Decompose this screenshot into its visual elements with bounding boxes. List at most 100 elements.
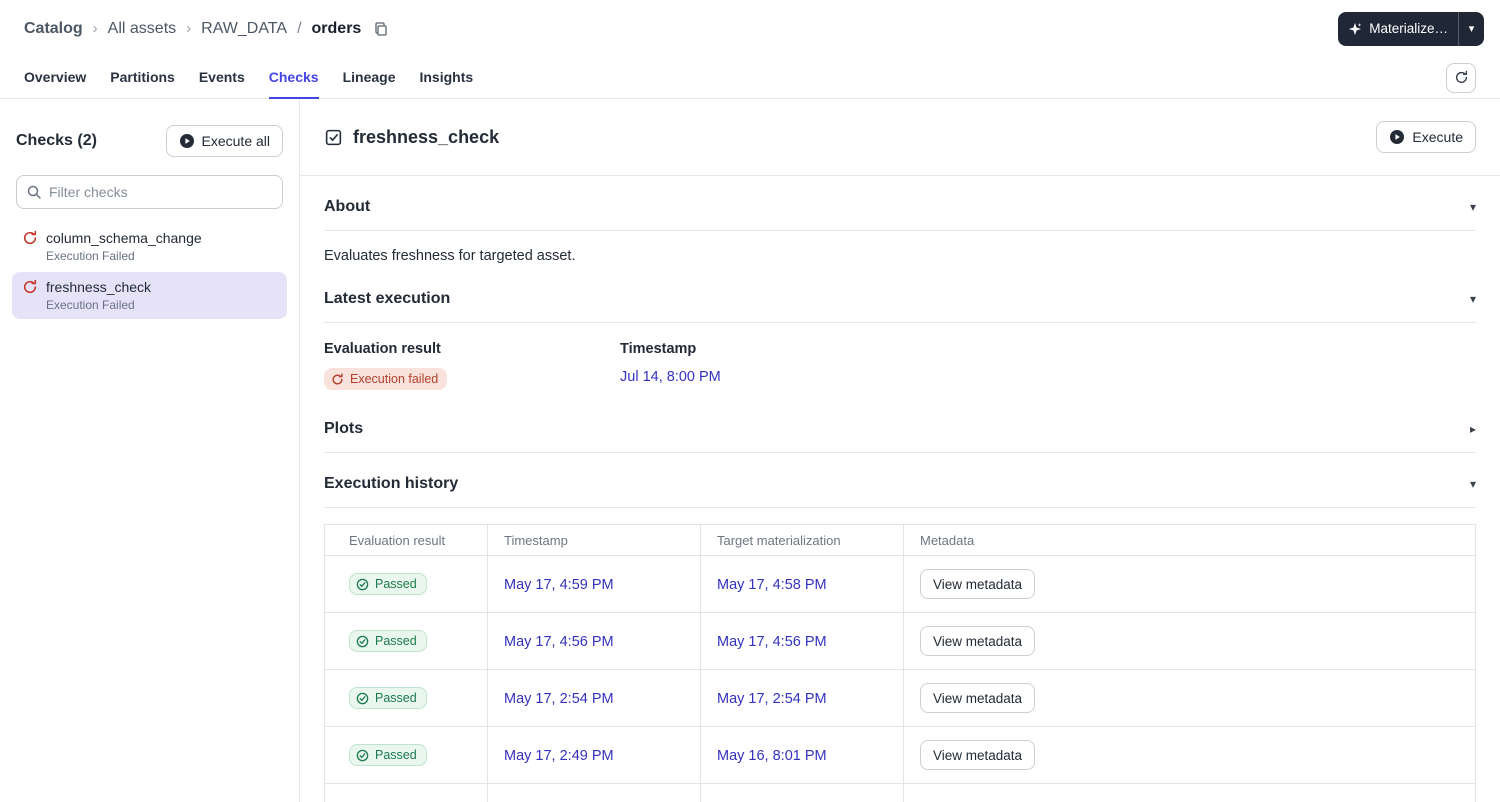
refresh-icon xyxy=(1454,70,1469,85)
filter-checks-wrap xyxy=(16,175,283,209)
tab-overview[interactable]: Overview xyxy=(24,57,86,99)
check-status: Execution Failed xyxy=(46,298,135,312)
table-row xyxy=(324,783,1476,802)
section-execution-history-header[interactable]: Execution history ▾ xyxy=(324,453,1476,508)
passed-badge-label: Passed xyxy=(375,691,417,705)
filter-checks-input[interactable] xyxy=(16,175,283,209)
tab-checks[interactable]: Checks xyxy=(268,57,319,99)
execution-failed-icon xyxy=(22,230,38,246)
materialize-dropdown-button[interactable]: ▾ xyxy=(1458,11,1484,46)
check-detail-panel: freshness_check Execute About ▾ Evaluate… xyxy=(300,99,1500,802)
sidebar-header: Checks (2) Execute all xyxy=(0,99,299,173)
chevron-down-icon: ▾ xyxy=(1469,292,1476,306)
view-metadata-button[interactable]: View metadata xyxy=(920,569,1036,599)
check-detail-header: freshness_check Execute xyxy=(300,99,1500,176)
check-name: column_schema_change xyxy=(46,230,202,246)
materialize-split-button: Materialize… ▾ xyxy=(1338,11,1484,46)
section-plots-header[interactable]: Plots ▸ xyxy=(324,398,1476,453)
execute-all-button[interactable]: Execute all xyxy=(165,125,283,157)
row-target-link[interactable]: May 17, 2:54 PM xyxy=(717,691,827,707)
section-plots-title: Plots xyxy=(324,420,364,437)
section-about-header[interactable]: About ▾ xyxy=(324,176,1476,231)
timestamp-label: Timestamp xyxy=(620,341,697,357)
table-row: Passed May 17, 4:56 PM May 17, 4:56 PM V… xyxy=(324,612,1476,670)
section-execution-history-title: Execution history xyxy=(324,475,459,492)
tab-events[interactable]: Events xyxy=(199,57,245,99)
play-circle-icon xyxy=(1389,129,1405,145)
breadcrumb: Catalog › All assets › RAW_DATA / orders xyxy=(24,20,389,38)
column-header-evaluation-result: Evaluation result xyxy=(324,524,488,556)
view-metadata-button[interactable]: View metadata xyxy=(920,626,1036,656)
content-area: Checks (2) Execute all Filter checks col… xyxy=(0,99,1500,802)
about-description: Evaluates freshness for targeted asset. xyxy=(324,248,576,264)
row-target-link[interactable]: May 16, 8:01 PM xyxy=(717,748,827,764)
chevron-right-icon: ▸ xyxy=(1469,422,1476,436)
section-latest-execution-title: Latest execution xyxy=(324,290,451,307)
execute-all-label: Execute all xyxy=(201,133,270,149)
passed-badge-label: Passed xyxy=(375,634,417,648)
breadcrumb-catalog[interactable]: Catalog xyxy=(24,20,83,38)
row-timestamp-link[interactable]: May 17, 2:49 PM xyxy=(504,748,614,764)
table-row: Passed May 17, 2:49 PM May 16, 8:01 PM V… xyxy=(324,726,1476,784)
check-circle-icon xyxy=(356,692,369,705)
passed-badge: Passed xyxy=(349,687,427,709)
row-timestamp-link[interactable]: May 17, 4:56 PM xyxy=(504,634,614,650)
sparkle-icon xyxy=(1348,22,1362,36)
column-header-timestamp: Timestamp xyxy=(487,524,701,556)
view-metadata-button[interactable]: View metadata xyxy=(920,740,1036,770)
execution-failed-icon xyxy=(22,279,38,295)
evaluation-result-field: Evaluation result Execution failed xyxy=(324,341,620,390)
check-list-item-column-schema-change[interactable]: column_schema_change Execution Failed xyxy=(12,223,287,270)
passed-badge: Passed xyxy=(349,744,427,766)
breadcrumb-asset-group[interactable]: RAW_DATA xyxy=(201,20,287,38)
section-latest-execution-header[interactable]: Latest execution ▾ xyxy=(324,268,1476,323)
breadcrumb-asset-name: orders xyxy=(311,19,362,37)
latest-execution-content: Evaluation result Execution failed Times… xyxy=(324,323,1476,398)
execution-failed-badge-label: Execution failed xyxy=(350,372,439,386)
table-row: Passed May 17, 2:54 PM May 17, 2:54 PM V… xyxy=(324,669,1476,727)
row-timestamp-link[interactable]: May 17, 4:59 PM xyxy=(504,577,614,593)
timestamp-field: Timestamp Jul 14, 8:00 PM xyxy=(620,341,916,390)
passed-badge: Passed xyxy=(349,573,427,595)
execute-button[interactable]: Execute xyxy=(1376,121,1476,153)
section-about-title: About xyxy=(324,198,371,215)
check-list-item-freshness-check[interactable]: freshness_check Execution Failed xyxy=(12,272,287,319)
passed-badge-label: Passed xyxy=(375,577,417,591)
table-header-row: Evaluation result Timestamp Target mater… xyxy=(324,524,1476,556)
chevron-down-icon: ▾ xyxy=(1469,200,1476,214)
evaluation-result-label: Evaluation result xyxy=(324,341,441,357)
row-target-link[interactable]: May 17, 4:58 PM xyxy=(717,577,827,593)
check-title: freshness_check xyxy=(353,126,500,147)
checks-list: column_schema_change Execution Failed fr… xyxy=(0,219,299,323)
view-metadata-button[interactable]: View metadata xyxy=(920,683,1036,713)
passed-badge: Passed xyxy=(349,630,427,652)
latest-timestamp-link[interactable]: Jul 14, 8:00 PM xyxy=(620,369,721,385)
tab-partitions[interactable]: Partitions xyxy=(110,57,175,99)
tab-insights[interactable]: Insights xyxy=(419,57,473,99)
check-circle-icon xyxy=(356,749,369,762)
row-timestamp-link[interactable]: May 17, 2:54 PM xyxy=(504,691,614,707)
breadcrumb-all-assets[interactable]: All assets xyxy=(108,20,176,38)
topbar: Catalog › All assets › RAW_DATA / orders… xyxy=(0,0,1500,57)
caret-down-icon: ▾ xyxy=(1468,23,1475,35)
check-status: Execution Failed xyxy=(46,249,135,263)
execute-label: Execute xyxy=(1412,129,1463,145)
asset-tabs: Overview Partitions Events Checks Lineag… xyxy=(0,57,1500,99)
chevron-down-icon: ▾ xyxy=(1469,477,1476,491)
refresh-button[interactable] xyxy=(1446,62,1476,93)
tab-lineage[interactable]: Lineage xyxy=(343,57,396,99)
materialize-button[interactable]: Materialize… xyxy=(1338,12,1458,46)
check-name: freshness_check xyxy=(46,279,152,295)
check-title-row: freshness_check xyxy=(324,127,499,148)
execution-failed-badge: Execution failed xyxy=(324,368,448,390)
play-circle-icon xyxy=(179,133,195,149)
chevron-right-icon: › xyxy=(92,20,98,37)
materialize-button-label: Materialize… xyxy=(1369,21,1448,36)
check-circle-icon xyxy=(356,578,369,591)
breadcrumb-separator: / xyxy=(297,19,302,37)
row-target-link[interactable]: May 17, 4:56 PM xyxy=(717,634,827,650)
chevron-right-icon: › xyxy=(186,20,192,37)
table-row: Passed May 17, 4:59 PM May 17, 4:58 PM V… xyxy=(324,555,1476,613)
check-detail-body: About ▾ Evaluates freshness for targeted… xyxy=(300,176,1500,802)
copy-icon[interactable] xyxy=(373,21,389,37)
